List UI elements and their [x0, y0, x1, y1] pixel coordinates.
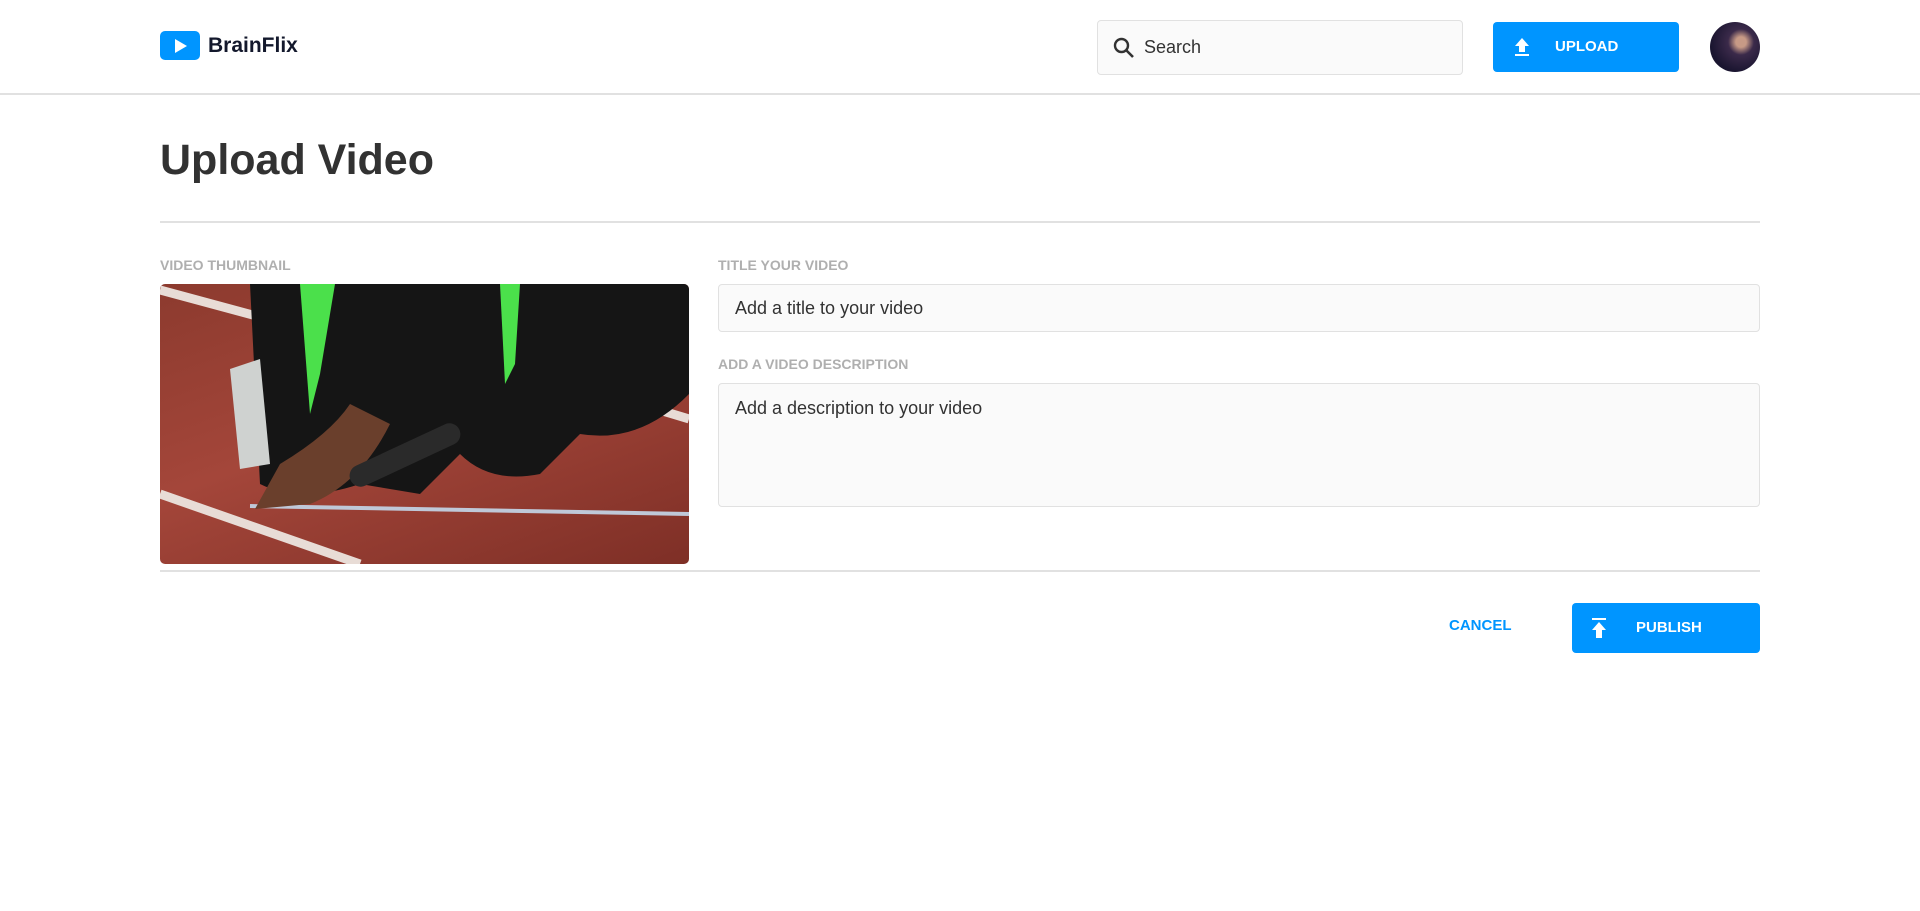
search-input[interactable] — [1144, 37, 1444, 58]
brand-name: BrainFlix — [208, 33, 298, 57]
upload-label: UPLOAD — [1555, 38, 1619, 55]
cancel-button[interactable]: CANCEL — [1449, 617, 1512, 634]
thumbnail-label: VIDEO THUMBNAIL — [160, 257, 291, 273]
video-title-input[interactable] — [718, 284, 1760, 332]
description-label: ADD A VIDEO DESCRIPTION — [718, 356, 909, 372]
brainflix-logo[interactable]: BrainFlix — [160, 31, 298, 60]
video-description-input[interactable] — [718, 383, 1760, 507]
publish-button[interactable]: PUBLISH — [1572, 603, 1760, 653]
page-title: Upload Video — [160, 136, 434, 184]
play-icon — [160, 31, 200, 60]
publish-label: PUBLISH — [1636, 619, 1702, 636]
user-avatar[interactable] — [1710, 22, 1760, 72]
upload-button[interactable]: UPLOAD — [1493, 22, 1679, 72]
top-nav: BrainFlix UPLOAD — [0, 0, 1920, 95]
video-thumbnail — [160, 284, 689, 564]
thumbnail-image — [160, 284, 689, 564]
divider — [160, 221, 1760, 223]
search-icon — [1113, 37, 1134, 58]
divider — [160, 570, 1760, 572]
upload-icon — [1515, 38, 1529, 56]
publish-icon — [1592, 618, 1606, 638]
title-label: TITLE YOUR VIDEO — [718, 257, 849, 273]
search-box[interactable] — [1097, 20, 1463, 75]
